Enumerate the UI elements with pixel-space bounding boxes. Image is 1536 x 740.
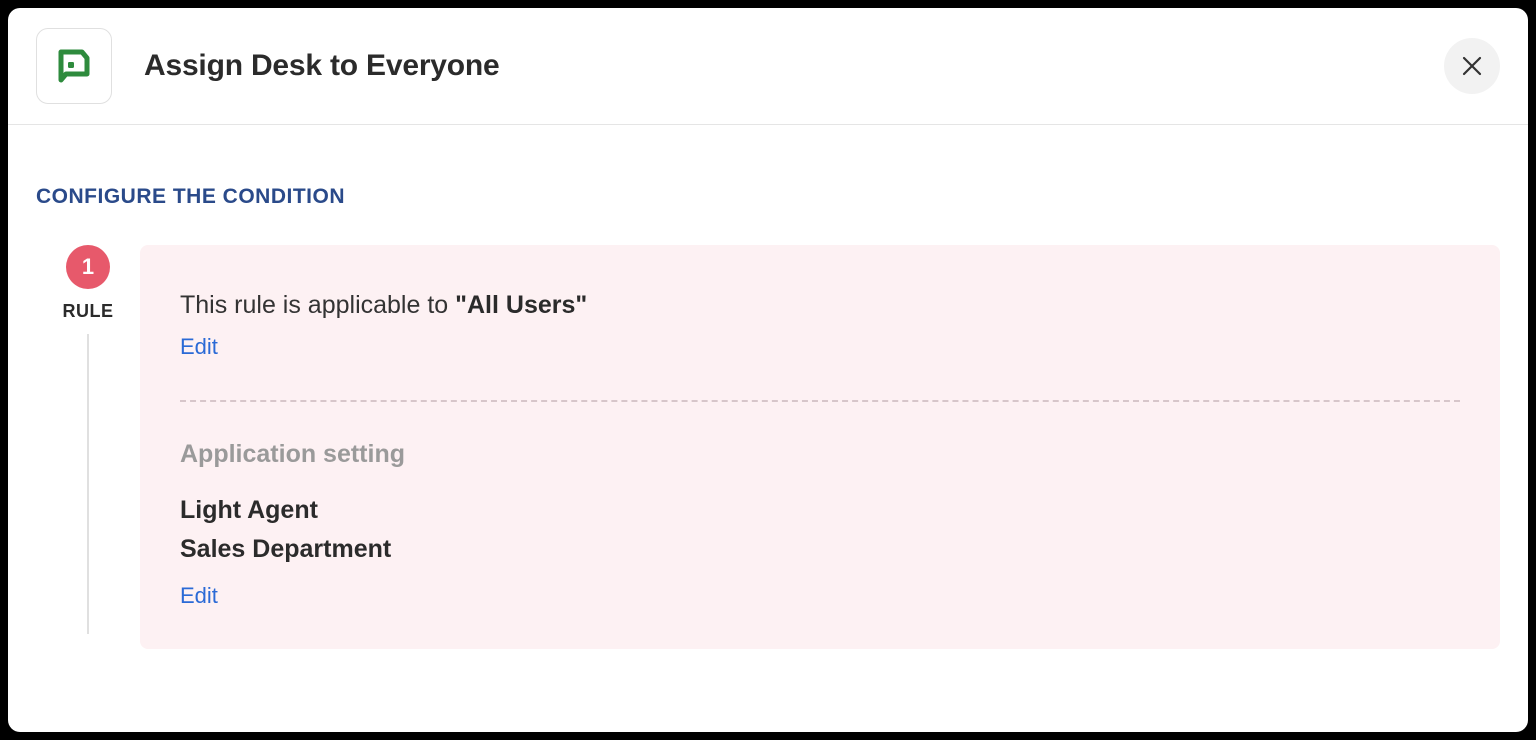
rule-applicable-text: This rule is applicable to "All Users" — [180, 291, 1460, 320]
application-setting-heading: Application setting — [180, 440, 1460, 469]
setting-value: Light Agent — [180, 491, 1460, 530]
close-button[interactable] — [1444, 38, 1500, 94]
edit-applicable-link[interactable]: Edit — [180, 334, 218, 360]
application-setting-values: Light Agent Sales Department — [180, 491, 1460, 569]
dialog-window: Assign Desk to Everyone CONFIGURE THE CO… — [8, 8, 1528, 732]
rule-card: This rule is applicable to "All Users" E… — [140, 245, 1500, 649]
dialog-title: Assign Desk to Everyone — [144, 49, 500, 83]
rule-side: 1 RULE — [36, 245, 140, 634]
app-icon — [36, 28, 112, 104]
dialog-header: Assign Desk to Everyone — [8, 8, 1528, 125]
applicable-prefix: This rule is applicable to — [180, 291, 455, 319]
rule-label: RULE — [63, 301, 114, 322]
dashed-divider — [180, 400, 1460, 402]
rule-layout: 1 RULE This rule is applicable to "All U… — [36, 245, 1500, 649]
applicable-target: "All Users" — [455, 291, 587, 319]
rule-number-badge: 1 — [66, 245, 110, 289]
edit-settings-link[interactable]: Edit — [180, 583, 218, 609]
section-heading: CONFIGURE THE CONDITION — [36, 185, 1500, 209]
dialog-content: CONFIGURE THE CONDITION 1 RULE This rule… — [8, 125, 1528, 732]
close-icon — [1460, 54, 1484, 78]
setting-value: Sales Department — [180, 530, 1460, 569]
desk-app-icon — [52, 44, 96, 88]
rule-connector-line — [87, 334, 89, 634]
